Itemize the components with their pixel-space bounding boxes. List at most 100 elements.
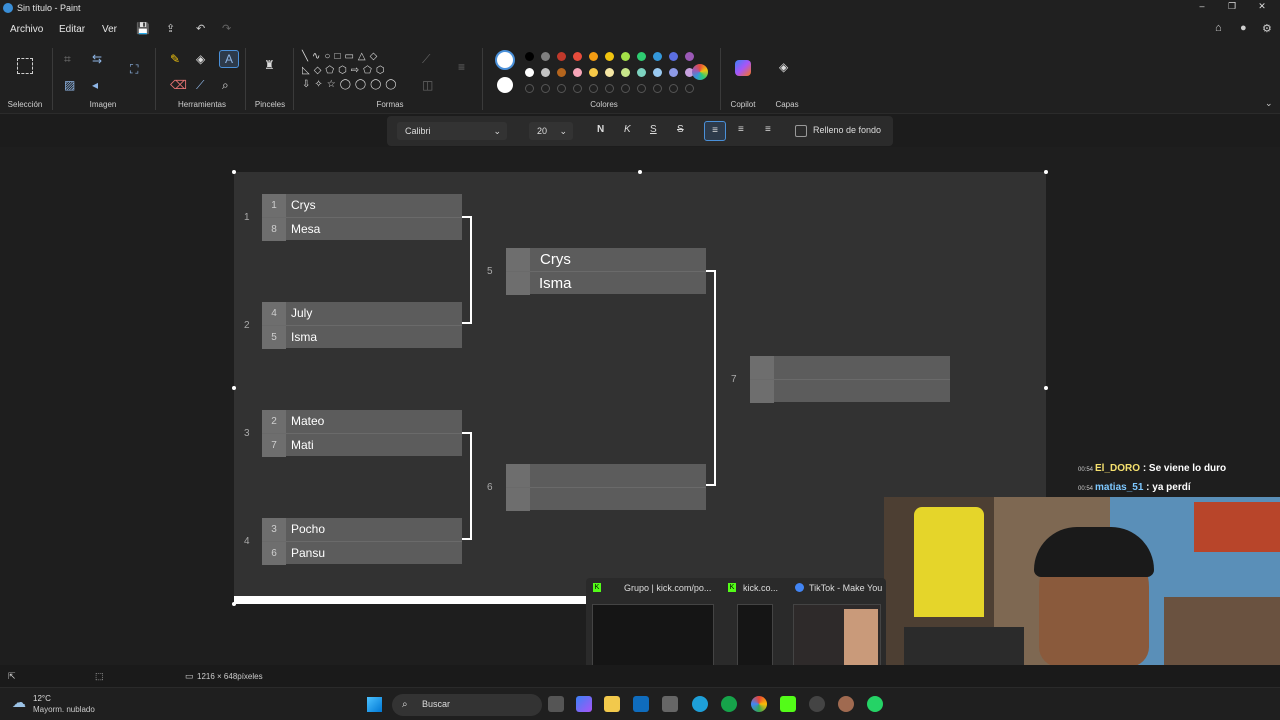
copilot-taskbar-icon[interactable] [576,696,592,712]
undo-icon[interactable]: ↶ [196,22,205,35]
menu-view[interactable]: Ver [102,24,117,35]
color-swatch[interactable] [541,52,550,61]
color-swatch[interactable] [557,52,566,61]
bold-button[interactable]: N [597,124,604,135]
thumbnail-image[interactable] [737,604,773,672]
custom-color-slot[interactable] [605,84,614,93]
image-select-icon[interactable]: ⛶ [130,62,138,77]
restore-button[interactable]: ❐ [1222,1,1242,12]
weather-icon[interactable]: ☁ [12,694,26,711]
align-right-button[interactable]: ≡ [765,124,771,135]
color-swatch[interactable] [685,52,694,61]
custom-color-slot[interactable] [557,84,566,93]
menu-file[interactable]: Archivo [10,24,43,35]
thumbnail-image[interactable] [793,604,881,672]
custom-color-slot[interactable] [653,84,662,93]
flip-icon[interactable]: ◂ [92,78,98,92]
color-swatch[interactable] [573,68,582,77]
task-view-icon[interactable] [548,696,564,712]
share-icon[interactable]: ⇪ [166,22,175,35]
color-swatch[interactable] [669,68,678,77]
rotate-icon[interactable]: ▨ [64,78,75,92]
color-swatch[interactable] [525,68,534,77]
weather-desc[interactable]: Mayorm. nublado [33,705,95,714]
custom-color-slot[interactable] [573,84,582,93]
thumbnail-image[interactable] [592,604,714,672]
shapes-gallery[interactable]: ╲∿○□▭△◇ ◺◇⬠⬡⇨⬠⬡ ⇩✧☆◯◯◯◯ [302,50,406,94]
color-swatch[interactable] [637,52,646,61]
align-center-button[interactable]: ≡ [738,124,744,135]
custom-color-slot[interactable] [589,84,598,93]
account-icon[interactable]: ● [1240,22,1247,34]
color-swatch[interactable] [653,68,662,77]
store-icon[interactable] [662,696,678,712]
close-button[interactable]: ✕ [1252,1,1272,12]
primary-color-swatch[interactable] [495,50,515,70]
profile-app-icon[interactable] [838,696,854,712]
outline-icon[interactable]: ⟋ [422,52,430,67]
font-size-select[interactable]: 20 ⌄ [529,122,573,140]
color-picker-icon[interactable]: ⟋ [196,78,204,93]
save-icon[interactable]: 💾 [136,22,150,35]
shape-size-icon[interactable]: ≡ [458,60,465,74]
resize-icon[interactable]: ⇆ [92,52,102,66]
shape-fill-icon[interactable]: ◫ [422,78,433,92]
kick-taskbar-icon[interactable] [780,696,796,712]
italic-button[interactable]: K [624,124,631,135]
color-swatch[interactable] [621,52,630,61]
whatsapp-icon[interactable] [867,696,883,712]
windows-start-icon[interactable] [367,697,382,712]
custom-color-slot[interactable] [541,84,550,93]
weather-temp[interactable]: 12°C [33,694,51,703]
secondary-color-swatch[interactable] [497,77,513,93]
color-swatch[interactable] [621,68,630,77]
thumbnail-title[interactable]: TikTok - Make You... [809,583,883,593]
color-swatch[interactable] [605,52,614,61]
custom-color-slot[interactable] [637,84,646,93]
strikethrough-button[interactable]: S [677,124,684,135]
background-fill-checkbox[interactable] [795,125,807,137]
pencil-icon[interactable]: ✎ [170,52,180,66]
collapse-ribbon-icon[interactable]: ⌄ [1265,98,1273,109]
minimize-button[interactable]: – [1192,1,1212,11]
custom-color-slot[interactable] [685,84,694,93]
steam-icon[interactable] [809,696,825,712]
font-select[interactable]: Calibri ⌄ [397,122,507,140]
custom-color-slot[interactable] [669,84,678,93]
resize-handle[interactable] [232,602,236,606]
custom-color-slot[interactable] [621,84,630,93]
resize-handle[interactable] [1044,170,1048,174]
crop-icon[interactable]: ⌗ [64,52,71,67]
color-swatch[interactable] [541,68,550,77]
eraser-icon[interactable]: ⌫ [170,78,187,92]
notification-icon[interactable]: ⌂ [1215,22,1222,34]
color-swatch[interactable] [605,68,614,77]
text-tool-button[interactable]: A [219,50,239,68]
file-explorer-icon[interactable] [604,696,620,712]
resize-handle[interactable] [638,170,642,174]
app-icon[interactable] [721,696,737,712]
brush-icon[interactable]: ♜ [264,58,275,72]
edge-icon[interactable] [692,696,708,712]
color-swatch[interactable] [557,68,566,77]
thumbnail-title[interactable]: Grupo | kick.com/po... [624,583,716,593]
menu-edit[interactable]: Editar [59,24,85,35]
color-swatch[interactable] [573,52,582,61]
settings-gear-icon[interactable]: ⚙ [1262,22,1272,35]
color-swatch[interactable] [589,52,598,61]
color-swatch[interactable] [653,52,662,61]
outlook-icon[interactable] [633,696,649,712]
color-swatch[interactable] [525,52,534,61]
magnifier-icon[interactable]: ⌕ [222,78,229,93]
underline-button[interactable]: S [650,124,657,135]
fill-bucket-icon[interactable]: ◈ [196,52,205,66]
redo-icon[interactable]: ↷ [222,22,231,35]
color-swatch[interactable] [589,68,598,77]
select-rectangle-icon[interactable] [17,58,33,74]
resize-handle[interactable] [232,170,236,174]
resize-handle[interactable] [1044,386,1048,390]
edit-colors-icon[interactable] [692,64,708,80]
taskbar-search[interactable]: ⌕ Buscar [392,694,542,716]
copilot-icon[interactable] [735,60,751,76]
color-swatch[interactable] [669,52,678,61]
